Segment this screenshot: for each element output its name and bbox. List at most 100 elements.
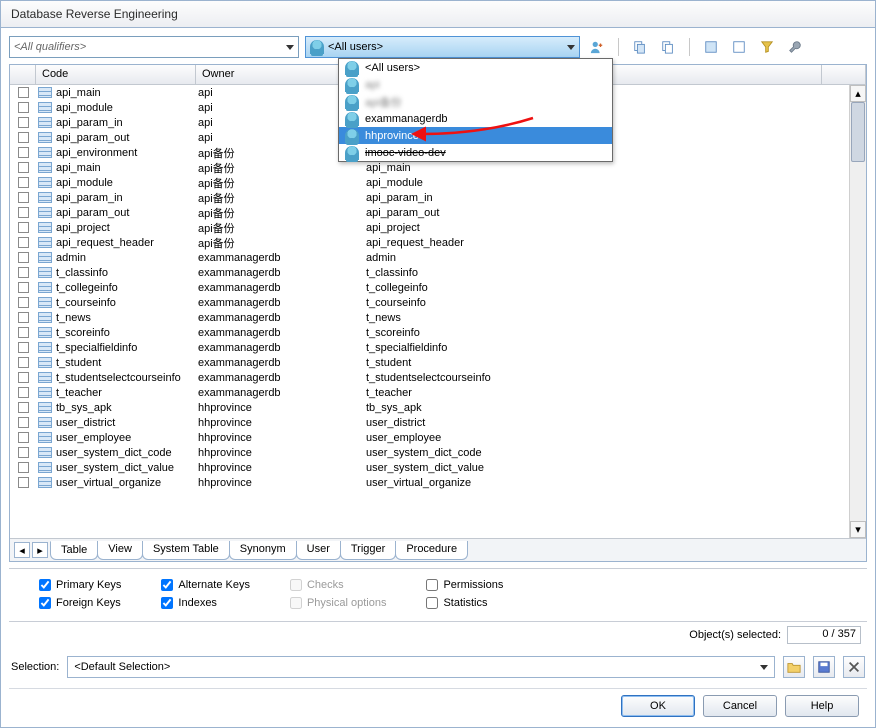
scroll-down-button[interactable]: ▾ <box>850 521 866 538</box>
table-row[interactable]: tb_sys_apkhhprovincetb_sys_apk <box>10 400 866 415</box>
tab-synonym[interactable]: Synonym <box>229 541 297 560</box>
table-row[interactable]: api_param_outapi备份api_param_out <box>10 205 866 220</box>
user-dropdown-item[interactable]: <All users> <box>339 59 612 76</box>
row-checkbox[interactable] <box>18 117 29 128</box>
column-header-select[interactable] <box>10 65 36 84</box>
user-dropdown-item[interactable]: api备份 <box>339 93 612 110</box>
row-checkbox[interactable] <box>18 102 29 113</box>
user-dropdown-item[interactable]: exammanagerdb <box>339 110 612 127</box>
checkbox[interactable] <box>426 597 438 609</box>
table-row[interactable]: adminexammanagerdbadmin <box>10 250 866 265</box>
option-alternate-keys[interactable]: Alternate Keys <box>161 579 250 591</box>
help-button[interactable]: Help <box>785 695 859 717</box>
option-permissions[interactable]: Permissions <box>426 579 503 591</box>
user-dropdown[interactable]: <All users>apiapi备份exammanagerdbhhprovin… <box>338 58 613 162</box>
deselect-all-button[interactable] <box>728 36 750 58</box>
row-checkbox[interactable] <box>18 87 29 98</box>
table-row[interactable]: api_request_headerapi备份api_request_heade… <box>10 235 866 250</box>
table-row[interactable]: t_classinfoexammanagerdbt_classinfo <box>10 265 866 280</box>
user-dropdown-item[interactable]: api <box>339 76 612 93</box>
table-row[interactable]: api_mainapi备份api_main <box>10 160 866 175</box>
scroll-thumb[interactable] <box>851 102 865 162</box>
row-checkbox[interactable] <box>18 297 29 308</box>
row-checkbox[interactable] <box>18 402 29 413</box>
row-checkbox[interactable] <box>18 327 29 338</box>
selection-open-button[interactable] <box>783 656 805 678</box>
table-row[interactable]: user_virtual_organizehhprovinceuser_virt… <box>10 475 866 490</box>
tab-table[interactable]: Table <box>50 541 98 560</box>
column-header-code[interactable]: Code <box>36 65 196 84</box>
row-checkbox[interactable] <box>18 192 29 203</box>
checkbox[interactable] <box>39 597 51 609</box>
row-checkbox[interactable] <box>18 162 29 173</box>
tab-nav-next[interactable]: ▸ <box>32 542 48 558</box>
vertical-scrollbar[interactable]: ▴ ▾ <box>849 85 866 538</box>
option-foreign-keys[interactable]: Foreign Keys <box>39 597 121 609</box>
table-row[interactable]: t_teacherexammanagerdbt_teacher <box>10 385 866 400</box>
row-checkbox[interactable] <box>18 462 29 473</box>
tab-nav-prev[interactable]: ◂ <box>14 542 30 558</box>
tools-button[interactable] <box>784 36 806 58</box>
table-row[interactable]: api_moduleapi备份api_module <box>10 175 866 190</box>
scroll-up-button[interactable]: ▴ <box>850 85 866 102</box>
row-checkbox[interactable] <box>18 342 29 353</box>
row-checkbox[interactable] <box>18 447 29 458</box>
cancel-button[interactable]: Cancel <box>703 695 777 717</box>
selection-save-button[interactable] <box>813 656 835 678</box>
row-checkbox[interactable] <box>18 372 29 383</box>
user-dropdown-item[interactable]: hhprovince <box>339 127 612 144</box>
selection-delete-button[interactable] <box>843 656 865 678</box>
table-row[interactable]: api_param_inapi备份api_param_in <box>10 190 866 205</box>
table-row[interactable]: t_studentselectcourseinfoexammanagerdbt_… <box>10 370 866 385</box>
row-checkbox[interactable] <box>18 267 29 278</box>
checkbox[interactable] <box>426 579 438 591</box>
add-user-button[interactable] <box>586 36 608 58</box>
table-row[interactable]: user_system_dict_codehhprovinceuser_syst… <box>10 445 866 460</box>
table-row[interactable]: t_studentexammanagerdbt_student <box>10 355 866 370</box>
table-row[interactable]: t_specialfieldinfoexammanagerdbt_special… <box>10 340 866 355</box>
tab-trigger[interactable]: Trigger <box>340 541 396 560</box>
copy-button[interactable] <box>629 36 651 58</box>
checkbox[interactable] <box>39 579 51 591</box>
table-row[interactable]: api_projectapi备份api_project <box>10 220 866 235</box>
row-checkbox[interactable] <box>18 207 29 218</box>
scroll-track[interactable] <box>850 102 866 521</box>
row-checkbox[interactable] <box>18 387 29 398</box>
table-row[interactable]: t_scoreinfoexammanagerdbt_scoreinfo <box>10 325 866 340</box>
filter-button[interactable] <box>756 36 778 58</box>
checkbox[interactable] <box>161 579 173 591</box>
tab-system-table[interactable]: System Table <box>142 541 230 560</box>
table-row[interactable]: user_system_dict_valuehhprovinceuser_sys… <box>10 460 866 475</box>
row-checkbox[interactable] <box>18 252 29 263</box>
row-checkbox[interactable] <box>18 312 29 323</box>
user-dropdown-item[interactable]: imooc-video-dev <box>339 144 612 161</box>
user-combo[interactable]: <All users> <box>305 36 580 58</box>
paste-button[interactable] <box>657 36 679 58</box>
option-statistics[interactable]: Statistics <box>426 597 503 609</box>
ok-button[interactable]: OK <box>621 695 695 717</box>
row-checkbox[interactable] <box>18 147 29 158</box>
row-checkbox[interactable] <box>18 132 29 143</box>
checkbox[interactable] <box>161 597 173 609</box>
table-row[interactable]: t_newsexammanagerdbt_news <box>10 310 866 325</box>
tab-view[interactable]: View <box>97 541 143 560</box>
row-checkbox[interactable] <box>18 282 29 293</box>
table-row[interactable]: t_collegeinfoexammanagerdbt_collegeinfo <box>10 280 866 295</box>
table-row[interactable]: user_employeehhprovinceuser_employee <box>10 430 866 445</box>
selection-combo[interactable]: <Default Selection> <box>67 656 775 678</box>
option-indexes[interactable]: Indexes <box>161 597 250 609</box>
tab-user[interactable]: User <box>296 541 341 560</box>
row-checkbox[interactable] <box>18 237 29 248</box>
tab-procedure[interactable]: Procedure <box>395 541 468 560</box>
row-checkbox[interactable] <box>18 177 29 188</box>
row-checkbox[interactable] <box>18 222 29 233</box>
row-checkbox[interactable] <box>18 357 29 368</box>
table-row[interactable]: user_districthhprovinceuser_district <box>10 415 866 430</box>
row-checkbox[interactable] <box>18 477 29 488</box>
row-checkbox[interactable] <box>18 432 29 443</box>
table-row[interactable]: t_courseinfoexammanagerdbt_courseinfo <box>10 295 866 310</box>
qualifier-combo[interactable]: <All qualifiers> <box>9 36 299 58</box>
row-checkbox[interactable] <box>18 417 29 428</box>
option-primary-keys[interactable]: Primary Keys <box>39 579 121 591</box>
select-all-button[interactable] <box>700 36 722 58</box>
